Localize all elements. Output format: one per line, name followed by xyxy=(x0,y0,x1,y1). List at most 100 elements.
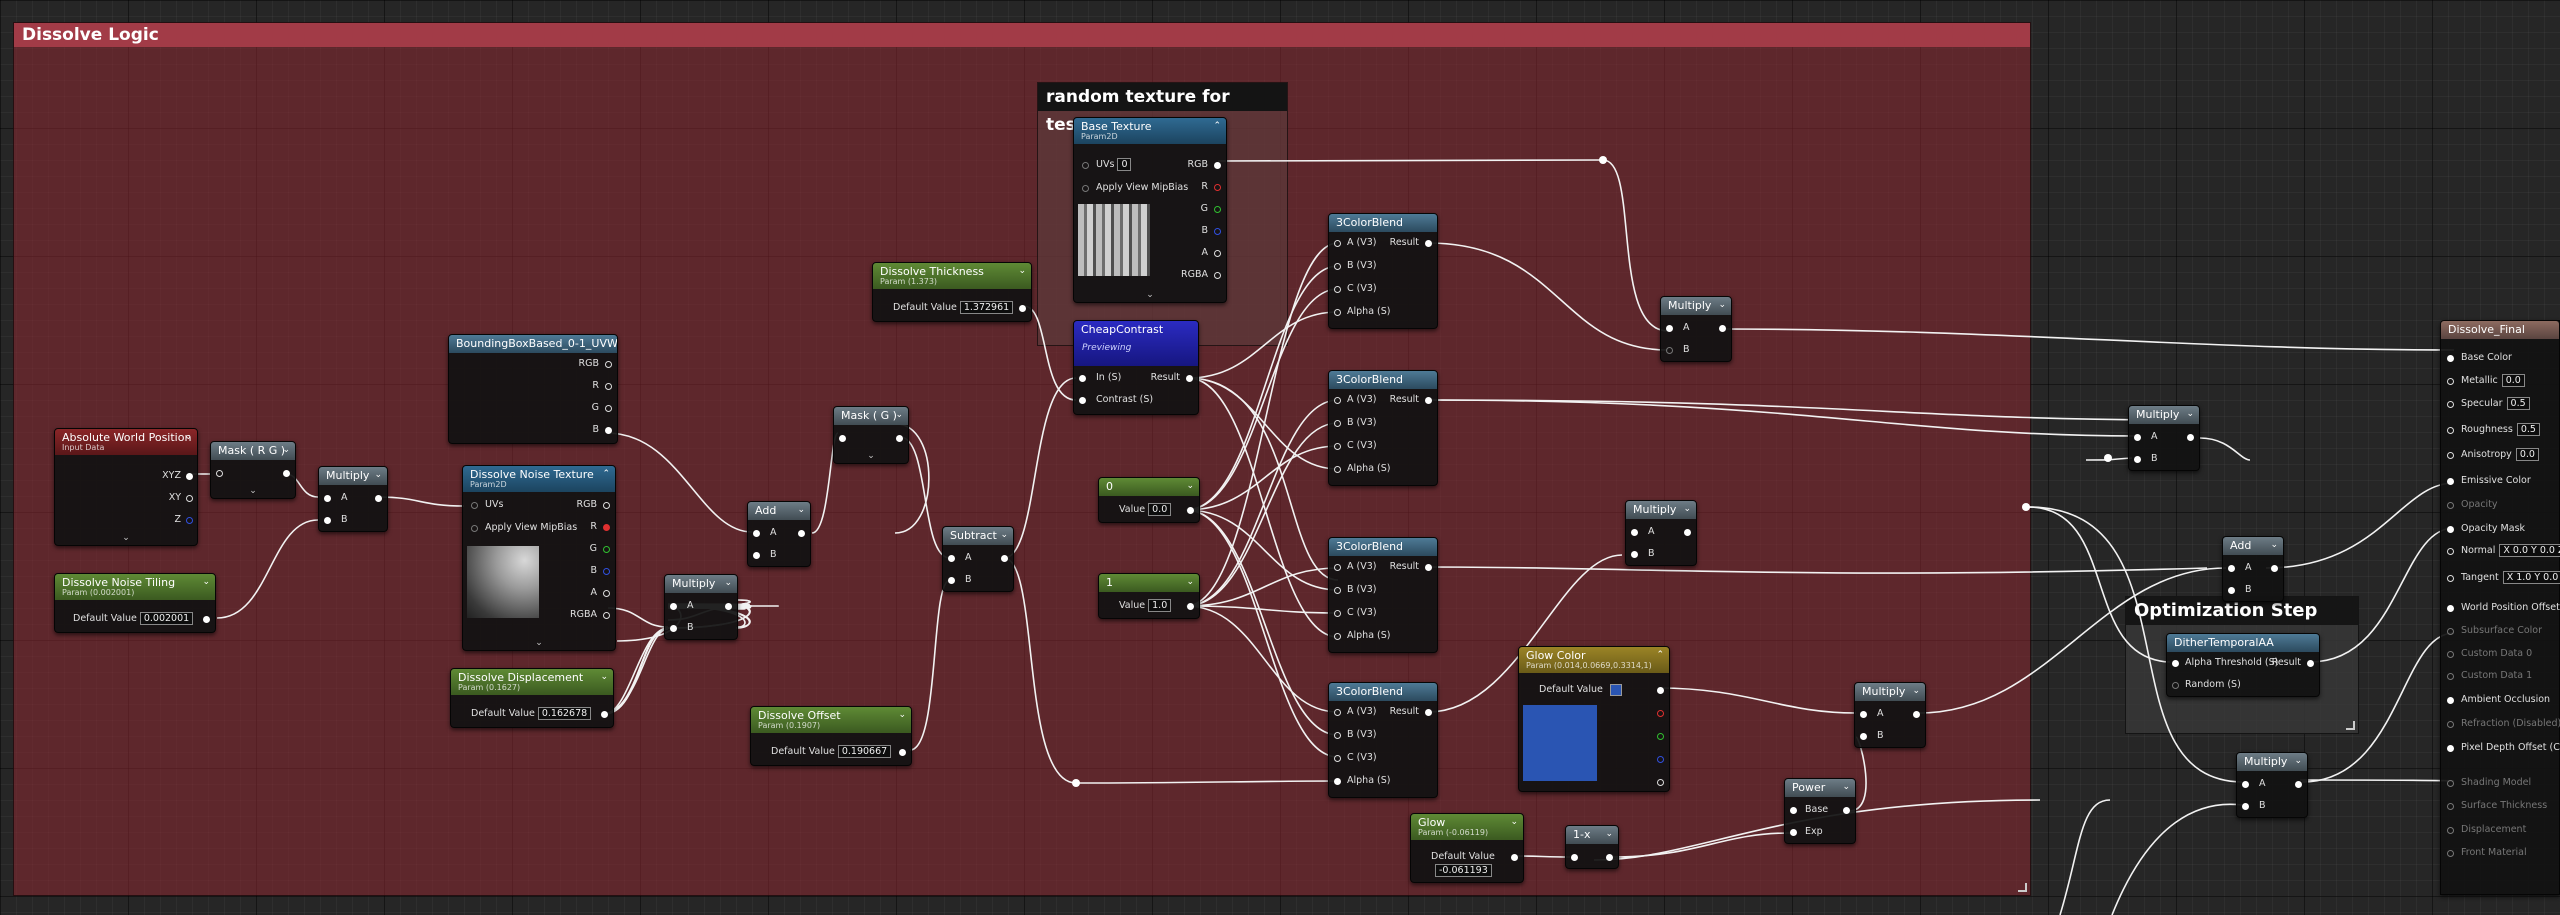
node-header[interactable]: Dissolve Offset Param (0.1907) ⌄ xyxy=(751,707,911,733)
input-pin-b[interactable] xyxy=(753,552,760,559)
input-pin[interactable] xyxy=(1079,375,1086,382)
output-pin[interactable] xyxy=(605,405,612,412)
chevron-down-icon[interactable]: ⌄ xyxy=(1842,782,1850,792)
input-pin[interactable] xyxy=(1334,778,1341,785)
output-pin[interactable] xyxy=(603,546,610,553)
output-pin[interactable] xyxy=(603,524,610,531)
input-pin-b[interactable] xyxy=(2242,803,2249,810)
output-pin[interactable] xyxy=(1511,854,1518,861)
node-header[interactable]: 3ColorBlend xyxy=(1329,683,1437,701)
output-pin[interactable] xyxy=(1657,779,1664,786)
node-header[interactable]: Dissolve Noise Tiling Param (0.002001) ⌄ xyxy=(55,574,215,600)
input-pin[interactable] xyxy=(1334,587,1341,594)
input-pin[interactable] xyxy=(2447,478,2454,485)
input-pin-a[interactable] xyxy=(948,555,955,562)
input-pin[interactable] xyxy=(2447,803,2454,810)
pin-value-field[interactable]: X 1.0 Y 0.0 Z xyxy=(2502,571,2560,584)
output-pin[interactable] xyxy=(1214,184,1221,191)
chevron-down-icon[interactable]: ⌄ xyxy=(2294,756,2302,766)
node-header[interactable]: Mask ( R G ) ⌄ xyxy=(211,442,295,460)
node-multiply[interactable]: Multiply ⌄ A B xyxy=(1660,296,1732,362)
node-header[interactable]: Power ⌄ xyxy=(1785,779,1855,797)
chevron-down-icon[interactable]: ⌄ xyxy=(1718,300,1726,310)
output-pin[interactable] xyxy=(605,427,612,434)
output-pin[interactable] xyxy=(603,568,610,575)
node-header[interactable]: Multiply ⌄ xyxy=(665,575,737,593)
output-pin[interactable] xyxy=(2295,781,2302,788)
input-pin[interactable] xyxy=(1334,397,1341,404)
input-pin-a[interactable] xyxy=(2134,434,2141,441)
input-pin[interactable] xyxy=(1334,286,1341,293)
input-pin-b[interactable] xyxy=(948,577,955,584)
node-mask-rg[interactable]: Mask ( R G ) ⌄ ⌄ xyxy=(210,441,296,499)
color-swatch[interactable] xyxy=(1609,683,1622,696)
input-pin[interactable] xyxy=(1334,564,1341,571)
node-header[interactable]: Glow Param (-0.06119) ⌄ xyxy=(1411,814,1523,840)
node-dissolve-offset[interactable]: Dissolve Offset Param (0.1907) ⌄ Default… xyxy=(750,706,912,766)
node-multiply[interactable]: Multiply ⌄ A B xyxy=(318,466,388,532)
input-pin-a[interactable] xyxy=(670,603,677,610)
output-pin[interactable] xyxy=(1186,375,1193,382)
chevron-down-icon[interactable]: ⌄ xyxy=(2270,540,2278,550)
input-pin[interactable] xyxy=(2447,355,2454,362)
output-pin[interactable] xyxy=(1425,564,1432,571)
output-pin[interactable] xyxy=(1214,272,1221,279)
node-header[interactable]: 1 ⌄ xyxy=(1099,574,1199,592)
input-pin[interactable] xyxy=(1334,240,1341,247)
output-pin[interactable] xyxy=(1657,733,1664,740)
output-pin[interactable] xyxy=(2307,660,2314,667)
output-pin[interactable] xyxy=(1425,240,1432,247)
input-pin-b[interactable] xyxy=(1666,347,1673,354)
input-pin-b[interactable] xyxy=(670,625,677,632)
output-pin[interactable] xyxy=(1913,711,1920,718)
chevron-down-icon[interactable]: ⌄ xyxy=(600,672,608,682)
chevron-down-icon[interactable]: ⌄ xyxy=(1510,817,1518,827)
input-pin[interactable] xyxy=(2447,378,2454,385)
input-pin-a[interactable] xyxy=(2242,781,2249,788)
output-pin[interactable] xyxy=(603,502,610,509)
input-pin[interactable] xyxy=(2447,697,2454,704)
output-pin[interactable] xyxy=(186,495,193,502)
input-pin[interactable] xyxy=(1334,755,1341,762)
node-subtract[interactable]: Subtract ⌄ A B xyxy=(942,526,1014,592)
node-multiply[interactable]: Multiply ⌄ A B xyxy=(1625,500,1697,566)
chevron-up-icon[interactable]: ⌃ xyxy=(1213,121,1221,131)
expand-icon[interactable]: ⌄ xyxy=(867,451,875,461)
input-pin-a[interactable] xyxy=(1860,711,1867,718)
output-pin[interactable] xyxy=(1214,162,1221,169)
output-pin[interactable] xyxy=(1657,756,1664,763)
uvs-field[interactable]: 0 xyxy=(1117,158,1132,171)
default-value-field[interactable]: 1.372961 xyxy=(959,301,1014,314)
node-header[interactable]: Dissolve Noise Texture Param2D ⌃ xyxy=(463,466,615,492)
node-power[interactable]: Power ⌄ Base Exp xyxy=(1784,778,1856,844)
chevron-up-icon[interactable]: ⌃ xyxy=(602,469,610,479)
input-pin-a[interactable] xyxy=(2228,565,2235,572)
chevron-down-icon[interactable]: ⌄ xyxy=(1683,504,1691,514)
node-header[interactable]: 3ColorBlend xyxy=(1329,371,1437,389)
node-header[interactable]: Dissolve_Final xyxy=(2441,321,2559,339)
input-pin-base[interactable] xyxy=(1790,807,1797,814)
pin-value-field[interactable]: 0.0 xyxy=(2501,374,2525,387)
node-mask-g[interactable]: Mask ( G ) ⌄ ⌄ xyxy=(833,406,909,464)
input-pin-a[interactable] xyxy=(753,530,760,537)
node-constant-1[interactable]: 1 ⌄ Value 1.0 xyxy=(1098,573,1200,619)
input-pin-a[interactable] xyxy=(1631,529,1638,536)
default-value-field[interactable]: 0.190667 xyxy=(837,745,892,758)
input-pin[interactable] xyxy=(2447,452,2454,459)
input-pin[interactable] xyxy=(1334,732,1341,739)
input-pin[interactable] xyxy=(2172,660,2179,667)
node-header[interactable]: BoundingBoxBased_0-1_UVW xyxy=(449,335,617,353)
input-pin[interactable] xyxy=(2447,827,2454,834)
chevron-down-icon[interactable]: ⌄ xyxy=(1186,577,1194,587)
resize-handle[interactable] xyxy=(2018,883,2027,892)
node-header[interactable]: Subtract ⌄ xyxy=(943,527,1013,545)
output-pin[interactable] xyxy=(1719,325,1726,332)
node-header[interactable]: DitherTemporalAA xyxy=(2167,634,2319,652)
input-pin[interactable] xyxy=(216,470,223,477)
output-pin[interactable] xyxy=(1214,250,1221,257)
expand-icon[interactable]: ⌄ xyxy=(122,533,130,543)
expand-icon[interactable]: ⌄ xyxy=(249,486,257,496)
comment-title[interactable]: Dissolve Logic xyxy=(14,23,2030,47)
node-glow[interactable]: Glow Param (-0.06119) ⌄ Default Value -0… xyxy=(1410,813,1524,883)
input-pin-a[interactable] xyxy=(324,495,331,502)
